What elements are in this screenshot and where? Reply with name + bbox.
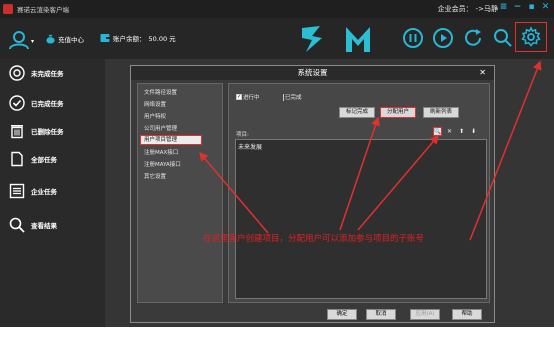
annotation-text: 在这里客户创建项目，分配用户可以添加参与项目的子账号 xyxy=(203,234,425,244)
title-bar: 赛诺云渲染客户端 企业会员： ->马静 ≡ − ▪ ✕ xyxy=(0,0,554,18)
move-up-icon[interactable]: ⬆ xyxy=(457,127,466,136)
menu-item-company-users[interactable]: 公司用户管理 xyxy=(144,124,177,132)
sidebar-item-label: 全部任务 xyxy=(31,156,57,164)
menu-item-other[interactable]: 其它设置 xyxy=(144,172,166,180)
menu-item-register-max[interactable]: 注册MAX接口 xyxy=(144,148,178,156)
settings-dialog: 系统设置 ✕ 文件路径设置 网络设置 用户特权 公司用户管理 用户项目管理 注册… xyxy=(130,65,495,323)
close-window-icon[interactable]: ✕ xyxy=(541,2,550,12)
balance-display: 账户余额： 50.00 元 xyxy=(100,33,176,43)
move-down-icon[interactable]: ⬇ xyxy=(469,127,478,136)
project-list: 未来发展 xyxy=(235,139,487,299)
sidebar-item-label: 已完成任务 xyxy=(31,100,64,108)
recharge-button[interactable]: 充值中心 xyxy=(45,33,84,44)
cancel-button[interactable]: 取消 xyxy=(366,309,396,320)
search-icon xyxy=(9,217,25,233)
refresh-icon[interactable] xyxy=(462,27,484,49)
delete-icon[interactable]: ✕ xyxy=(445,127,454,136)
balance-label: 账户余额： xyxy=(113,35,146,43)
settings-button[interactable] xyxy=(515,22,547,52)
sidebar-item-label: 企业任务 xyxy=(31,188,57,196)
completed-checkbox[interactable] xyxy=(283,93,284,101)
sidebar-item-unfinished[interactable]: 未完成任务 xyxy=(0,59,105,87)
close-icon[interactable]: ✕ xyxy=(479,66,486,80)
sidebar: 未完成任务 已完成任务 已删除任务 全部任务 企业任务 查看结果 xyxy=(0,59,105,327)
project-label: 项目: xyxy=(236,132,249,138)
user-info: 企业会员： ->马静 xyxy=(438,4,498,14)
sidebar-item-label: 未完成任务 xyxy=(31,70,64,78)
sidebar-item-completed[interactable]: 已完成任务 xyxy=(0,89,105,117)
filter-in-progress[interactable]: ✓ 进行中 xyxy=(236,93,260,101)
maximize-icon[interactable]: ▪ xyxy=(527,2,536,12)
sidebar-item-label: 已删除任务 xyxy=(31,128,64,136)
menu-item-network[interactable]: 网络设置 xyxy=(144,100,166,108)
add-project-icon[interactable]: 🔍 xyxy=(433,127,442,136)
filter-completed[interactable]: 已完成 xyxy=(283,93,302,101)
play-icon[interactable] xyxy=(432,27,454,49)
window-controls: ≡ − ▪ ✕ xyxy=(499,2,550,12)
app-logo xyxy=(3,4,13,14)
menu-item-file-path[interactable]: 文件路径设置 xyxy=(144,88,177,96)
target-icon xyxy=(9,65,25,81)
assign-user-button[interactable]: 分配用户 xyxy=(380,107,416,118)
help-button[interactable]: 帮助 xyxy=(452,309,482,320)
sidebar-item-all[interactable]: 全部任务 xyxy=(0,145,105,173)
gear-icon xyxy=(521,26,541,47)
menu-item-user-privileges[interactable]: 用户特权 xyxy=(144,112,166,120)
list-item[interactable]: 未来发展 xyxy=(238,142,262,151)
sidebar-item-enterprise[interactable]: 企业任务 xyxy=(0,177,105,205)
sidebar-item-label: 查看结果 xyxy=(31,222,57,230)
user-name[interactable]: ->马静 xyxy=(476,4,498,14)
balance-value: 50.00 元 xyxy=(148,35,176,43)
mark-complete-button[interactable]: 标记完成 xyxy=(339,107,375,118)
completed-label: 已完成 xyxy=(285,95,302,101)
3dsmax-logo-icon[interactable] xyxy=(300,24,324,54)
app-title: 赛诺云渲染客户端 xyxy=(17,6,69,14)
document-icon xyxy=(11,151,23,167)
user-label: 企业会员： xyxy=(437,5,473,13)
menu-item-register-maya[interactable]: 注册MAYA接口 xyxy=(144,160,181,168)
maya-logo-icon[interactable] xyxy=(344,24,372,54)
apply-button[interactable]: 应用(A) xyxy=(410,309,440,320)
toolbar: ▾ 充值中心 账户余额： 50.00 元 xyxy=(0,18,554,59)
money-bag-icon xyxy=(46,34,55,44)
list-icon xyxy=(9,183,25,199)
ok-button[interactable]: 确定 xyxy=(327,309,357,320)
recharge-label: 充值中心 xyxy=(58,35,84,44)
in-progress-label: 进行中 xyxy=(243,95,260,101)
dialog-title: 系统设置 xyxy=(131,66,494,80)
search-icon[interactable] xyxy=(492,27,514,49)
user-icon[interactable] xyxy=(8,30,30,50)
settings-menu: 文件路径设置 网络设置 用户特权 公司用户管理 用户项目管理 注册MAX接口 注… xyxy=(137,83,223,303)
in-progress-checkbox[interactable]: ✓ xyxy=(236,94,242,100)
refresh-list-button[interactable]: 刷新列表 xyxy=(423,107,459,118)
check-circle-icon xyxy=(9,95,25,111)
wallet-icon xyxy=(100,34,110,42)
menu-icon[interactable]: ≡ xyxy=(499,2,508,12)
minimize-icon[interactable]: − xyxy=(513,2,522,12)
trash-icon xyxy=(11,125,23,139)
sidebar-item-deleted[interactable]: 已删除任务 xyxy=(0,117,105,145)
pause-icon[interactable] xyxy=(402,27,424,49)
chevron-down-icon[interactable]: ▾ xyxy=(31,38,34,45)
menu-item-user-projects[interactable]: 用户项目管理 xyxy=(140,135,202,145)
sidebar-item-results[interactable]: 查看结果 xyxy=(0,211,105,239)
